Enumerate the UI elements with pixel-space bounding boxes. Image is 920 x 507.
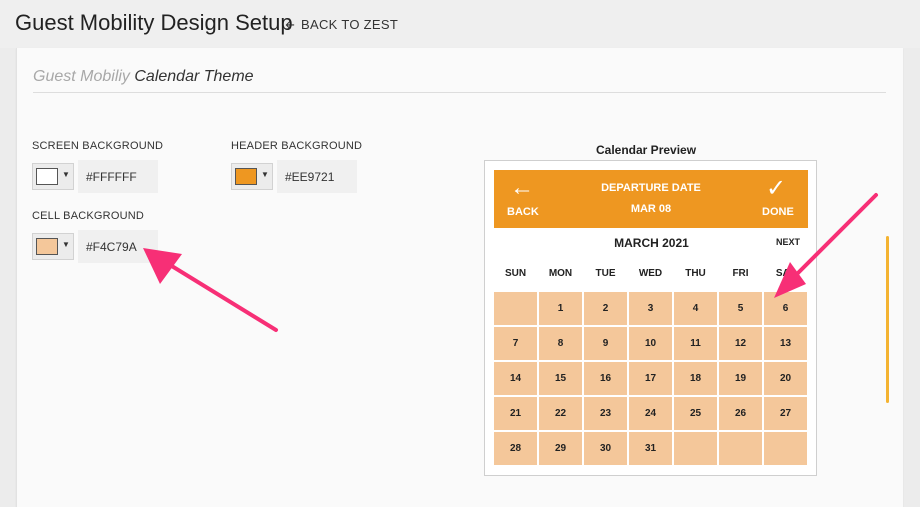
back-to-zest-link[interactable]: 🡨 BACK TO ZEST	[285, 16, 398, 37]
calendar-day-cell[interactable]: 25	[673, 396, 718, 431]
calendar-month-label: MARCH 2021	[614, 236, 689, 250]
calendar-day-cell[interactable]: 31	[628, 431, 673, 466]
calendar-day-cell[interactable]: 21	[493, 396, 538, 431]
calendar-day-cell[interactable]: 10	[628, 326, 673, 361]
cell-background-hex-input[interactable]	[78, 230, 158, 263]
section-title: Guest Mobiliy Calendar Theme	[33, 68, 886, 93]
calendar-next-button[interactable]: NEXT	[776, 237, 800, 247]
back-to-zest-label: BACK TO ZEST	[301, 17, 399, 32]
calendar-day-cell[interactable]: 9	[583, 326, 628, 361]
screen-background-swatch	[36, 168, 58, 185]
calendar-day-cell[interactable]: 23	[583, 396, 628, 431]
weekday-label: SAT	[775, 268, 796, 279]
section-title-prefix: Guest Mobiliy	[33, 68, 130, 85]
calendar-day-cell[interactable]: 1	[538, 291, 583, 326]
calendar-day-cell[interactable]: 17	[628, 361, 673, 396]
caret-down-icon: ▼	[62, 170, 70, 179]
calendar-day-cell[interactable]: 29	[538, 431, 583, 466]
screen-background-color-picker[interactable]: ▼	[32, 163, 74, 190]
cell-background-color-picker[interactable]: ▼	[32, 233, 74, 260]
cell-background-swatch	[36, 238, 58, 255]
calendar-done-button[interactable]: DONE	[762, 206, 794, 218]
scrollbar-thumb[interactable]	[886, 236, 889, 403]
screen-background-label: SCREEN BACKGROUND	[32, 140, 164, 152]
calendar-day-cell[interactable]: 5	[718, 291, 763, 326]
calendar-day-cell[interactable]	[718, 431, 763, 466]
caret-down-icon: ▼	[62, 240, 70, 249]
calendar-day-cell[interactable]: 7	[493, 326, 538, 361]
calendar-day-cell[interactable]: 19	[718, 361, 763, 396]
top-bar: Guest Mobility Design Setup 🡨 BACK TO ZES…	[0, 0, 920, 48]
checkmark-icon[interactable]: ✓	[766, 174, 786, 203]
calendar-day-cell[interactable]	[673, 431, 718, 466]
calendar-day-cell[interactable]: 15	[538, 361, 583, 396]
caret-down-icon: ▼	[261, 170, 269, 179]
calendar-preview-label: Calendar Preview	[596, 143, 697, 157]
section-title-main: Calendar Theme	[134, 68, 254, 85]
calendar-day-cell[interactable]: 28	[493, 431, 538, 466]
calendar-day-cell[interactable]	[763, 431, 808, 466]
weekday-label: THU	[685, 268, 706, 279]
calendar-day-cell[interactable]: 24	[628, 396, 673, 431]
calendar-day-cell[interactable]: 11	[673, 326, 718, 361]
weekday-label: MON	[548, 268, 573, 279]
calendar-day-cell[interactable]: 8	[538, 326, 583, 361]
calendar-day-cell[interactable]: 3	[628, 291, 673, 326]
header-background-swatch	[235, 168, 257, 185]
calendar-day-cell[interactable]: 4	[673, 291, 718, 326]
calendar-day-cell[interactable]: 18	[673, 361, 718, 396]
header-background-color-picker[interactable]: ▼	[231, 163, 273, 190]
calendar-preview: ← BACK DEPARTURE DATE MAR 08 ✓ DONE MARC…	[484, 160, 817, 476]
calendar-day-cell[interactable]: 2	[583, 291, 628, 326]
weekday-label: TUE	[595, 268, 616, 279]
header-background-label: HEADER BACKGROUND	[231, 140, 363, 152]
weekday-label: FRI	[732, 268, 749, 279]
calendar-day-cell[interactable]: 22	[538, 396, 583, 431]
calendar-day-cell[interactable]	[493, 291, 538, 326]
calendar-day-cell[interactable]: 6	[763, 291, 808, 326]
calendar-day-cell[interactable]: 13	[763, 326, 808, 361]
calendar-day-cell[interactable]: 14	[493, 361, 538, 396]
calendar-day-cell[interactable]: 27	[763, 396, 808, 431]
screen-background-hex-input[interactable]	[78, 160, 158, 193]
calendar-day-cell[interactable]: 16	[583, 361, 628, 396]
weekday-header-row: SUN MON TUE WED THU FRI SAT	[493, 268, 808, 279]
header-background-hex-input[interactable]	[277, 160, 357, 193]
calendar-day-cell[interactable]: 12	[718, 326, 763, 361]
weekday-label: SUN	[504, 268, 527, 279]
left-arrow-icon: 🡨	[285, 18, 296, 32]
calendar-header: ← BACK DEPARTURE DATE MAR 08 ✓ DONE	[494, 170, 808, 228]
calendar-header-date: MAR 08	[630, 203, 672, 215]
calendar-header-title: DEPARTURE DATE	[601, 182, 701, 194]
page-title: Guest Mobility Design Setup	[15, 10, 293, 35]
calendar-day-grid: 1 2 3 4 5 6 7 8 9 10 11 12 13 14 15 16 17 18 19 20 21 22 23 24 2…	[493, 291, 808, 466]
calendar-day-cell[interactable]: 26	[718, 396, 763, 431]
cell-background-label: CELL BACKGROUND	[32, 210, 145, 222]
weekday-label: WED	[638, 268, 663, 279]
calendar-day-cell[interactable]: 20	[763, 361, 808, 396]
calendar-day-cell[interactable]: 30	[583, 431, 628, 466]
